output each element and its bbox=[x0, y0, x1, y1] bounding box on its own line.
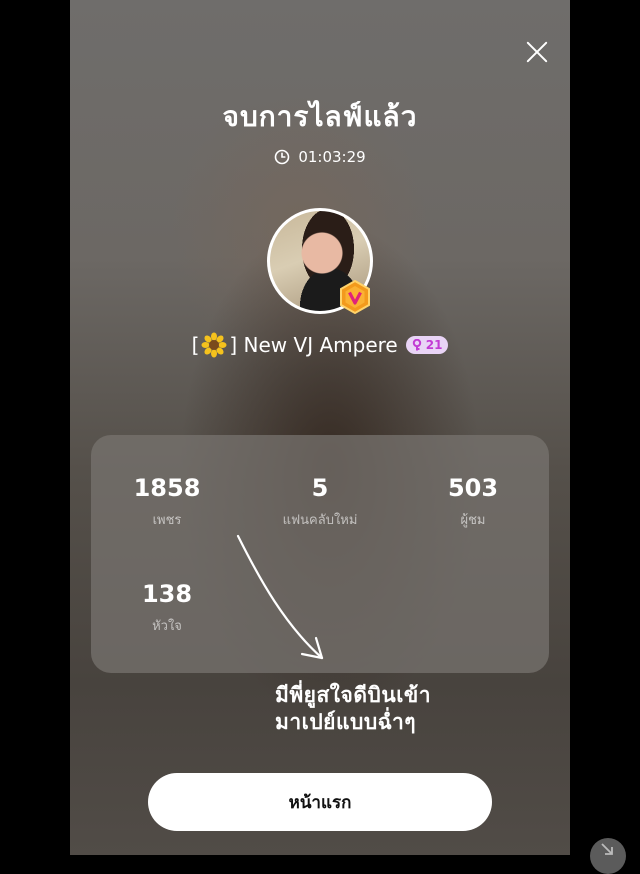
stat-label: แฟนคลับใหม่ bbox=[282, 513, 358, 528]
stat-label: หัวใจ bbox=[152, 619, 182, 634]
stat-value: 1858 bbox=[133, 474, 201, 502]
home-button[interactable]: หน้าแรก bbox=[148, 773, 492, 831]
sunflower-icon bbox=[201, 332, 227, 358]
stream-duration: 01:03:29 bbox=[70, 148, 570, 166]
duration-text: 01:03:29 bbox=[298, 148, 366, 166]
stat-value: 138 bbox=[141, 580, 193, 608]
stat-hearts: 138 หัวใจ bbox=[91, 579, 243, 636]
v-badge-icon bbox=[340, 280, 370, 314]
arrow-diagonal-icon bbox=[601, 843, 613, 855]
level-badge: 21 bbox=[405, 336, 449, 354]
key-icon bbox=[412, 339, 421, 351]
stat-new-fans: 5 แฟนคลับใหม่ bbox=[244, 473, 396, 530]
stat-value: 503 bbox=[447, 474, 499, 502]
name-prefix: [ bbox=[191, 333, 200, 357]
profile-name: ] New VJ Ampere bbox=[229, 333, 398, 357]
profile-name-row: [ ] New VJ Ampere 21 bbox=[70, 332, 570, 358]
stat-diamonds: 1858 เพชร bbox=[91, 473, 243, 530]
clock-icon bbox=[275, 149, 290, 165]
stat-label: ผู้ชม bbox=[460, 513, 486, 528]
stat-label: เพชร bbox=[152, 513, 182, 528]
level-value: 21 bbox=[425, 338, 443, 352]
stat-viewers: 503 ผู้ชม bbox=[397, 473, 549, 530]
live-ended-screen: จบการไลฟ์แล้ว 01:03:29 [] New VJ Ampere… bbox=[70, 0, 570, 855]
page-title: จบการไลฟ์แล้ว bbox=[222, 100, 418, 133]
avatar[interactable] bbox=[267, 208, 373, 314]
annotation-line-2: มาเปย์แบบฉ่ำๆ bbox=[275, 710, 417, 734]
stat-value: 5 bbox=[311, 474, 329, 502]
annotation-line-1: มีพี่ยูสใจดีบินเข้า bbox=[275, 683, 432, 707]
handwritten-annotation: มีพี่ยูสใจดีบินเข้า มาเปย์แบบฉ่ำๆ bbox=[275, 682, 535, 736]
close-icon[interactable] bbox=[525, 40, 549, 64]
minimize-button[interactable] bbox=[590, 838, 626, 874]
annotation-arrow-icon bbox=[236, 534, 324, 660]
